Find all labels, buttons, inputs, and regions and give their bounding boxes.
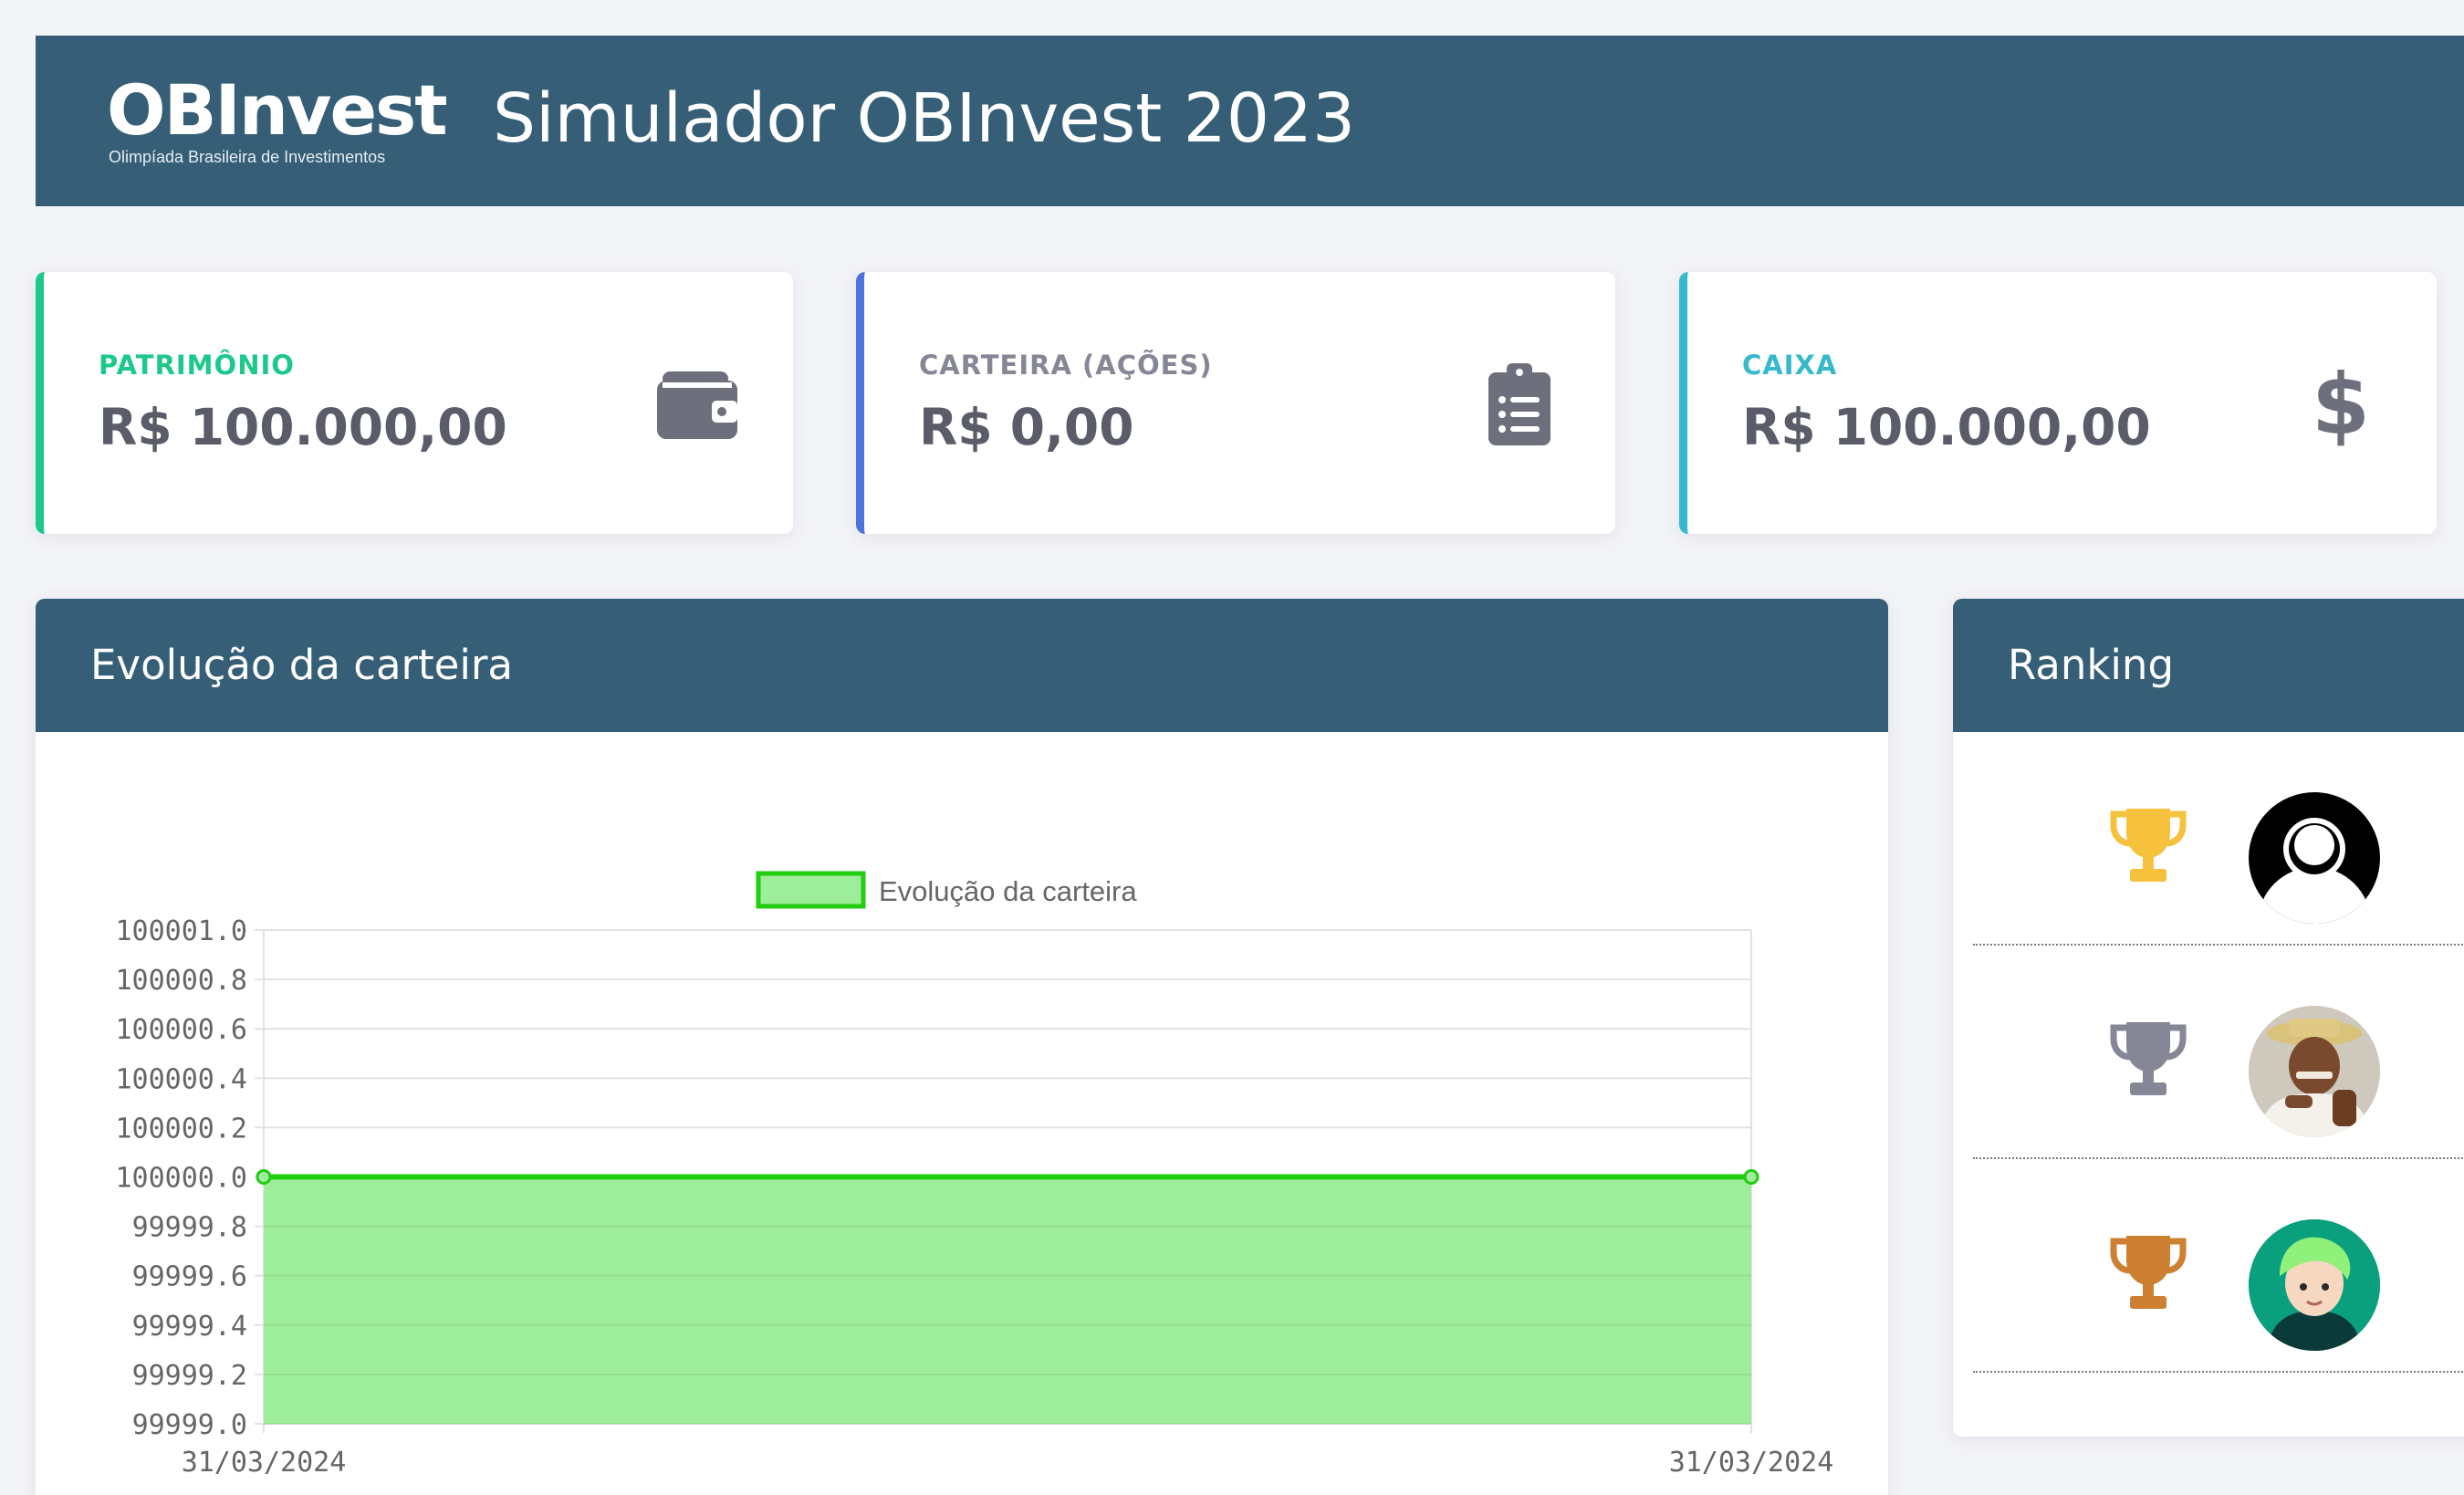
y-tick-label: 100000.6 xyxy=(116,1014,248,1046)
legend-swatch xyxy=(756,871,866,909)
carteira-label: CARTEIRA (AÇÕES) xyxy=(919,350,1213,381)
logo-subtitle: Olimpíada Brasileira de Investimentos xyxy=(109,148,386,166)
patrimonio-label: PATRIMÔNIO xyxy=(99,350,295,381)
data-point xyxy=(256,1169,272,1185)
ranking-row[interactable] xyxy=(1973,732,2464,946)
svg-text:$: $ xyxy=(2313,359,2368,450)
clipboard-list-icon xyxy=(1474,359,1565,450)
caixa-value: R$ 100.000,00 xyxy=(1742,398,2151,456)
wallet-icon xyxy=(652,359,743,450)
caixa-label: CAIXA xyxy=(1742,350,1838,381)
y-tick-label: 99999.4 xyxy=(132,1311,247,1343)
gold-trophy-icon xyxy=(2110,809,2187,882)
carteira-card: CARTEIRA (AÇÕES) R$ 0,00 xyxy=(856,272,1615,534)
ranking-panel: Ranking xyxy=(1953,599,2464,1437)
obinvest-logo[interactable]: OBInvest Olimpíada Brasileira de Investi… xyxy=(107,71,463,173)
silver-trophy-icon xyxy=(2110,1022,2187,1095)
ranking-row[interactable] xyxy=(1973,1159,2464,1373)
cartoon-avatar[interactable] xyxy=(2249,1219,2380,1351)
dollar-sign-icon: $ xyxy=(2295,359,2386,450)
carteira-value: R$ 0,00 xyxy=(919,398,1134,456)
x-tick-label: 31/03/2024 xyxy=(182,1447,347,1479)
series-area xyxy=(264,1176,1751,1424)
ranking-row[interactable] xyxy=(1973,946,2464,1159)
logo-text: OBInvest xyxy=(107,69,448,151)
evolution-chart: Evolução da carteira 100001.0 100000.8 1000… xyxy=(116,871,1834,1479)
page-title: Simulador OBInvest 2023 xyxy=(493,79,1356,158)
y-tick-label: 100000.4 xyxy=(116,1063,248,1095)
patrimonio-card: PATRIMÔNIO R$ 100.000,00 xyxy=(36,272,793,534)
default-avatar[interactable] xyxy=(2249,792,2380,924)
y-tick-label: 99999.8 xyxy=(132,1212,247,1244)
caixa-card: CAIXA R$ 100.000,00 $ xyxy=(1679,272,2437,534)
y-tick-label: 99999.2 xyxy=(132,1360,247,1392)
y-tick-label: 100001.0 xyxy=(116,915,248,947)
ranking-panel-title: Ranking xyxy=(1953,599,2464,732)
y-tick-label: 99999.6 xyxy=(132,1261,247,1293)
evolution-chart-panel: Evolução da carteira Evolução da carteir… xyxy=(36,599,1888,1495)
y-tick-label: 100000.2 xyxy=(116,1113,248,1145)
x-tick-label: 31/03/2024 xyxy=(1669,1447,1834,1479)
data-point xyxy=(1743,1169,1759,1185)
bronze-trophy-icon xyxy=(2110,1236,2187,1309)
y-tick-label: 100000.8 xyxy=(116,965,248,997)
y-tick-label: 99999.0 xyxy=(132,1409,247,1441)
legend-label: Evolução da carteira xyxy=(879,875,1137,907)
y-tick-label: 100000.0 xyxy=(116,1163,248,1195)
user-photo-avatar[interactable] xyxy=(2249,1006,2380,1137)
patrimonio-value: R$ 100.000,00 xyxy=(99,398,507,456)
